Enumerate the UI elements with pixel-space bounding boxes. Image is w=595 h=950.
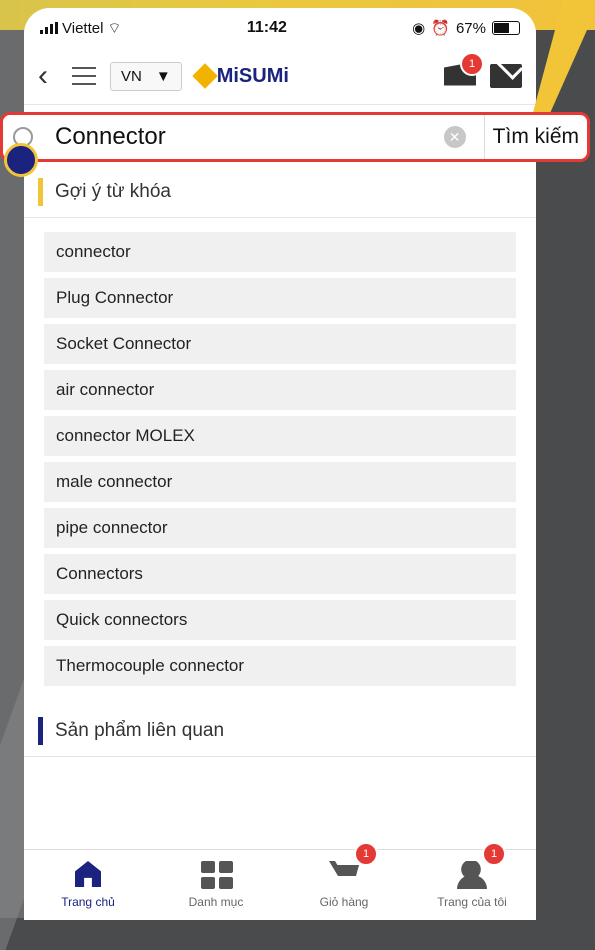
tab-categories[interactable]: Danh mục xyxy=(152,850,280,920)
suggestion-item[interactable]: Connectors xyxy=(44,554,516,594)
suggestions-accent-bar xyxy=(38,178,43,206)
suggestion-item[interactable]: connector xyxy=(44,232,516,272)
signal-icon xyxy=(40,22,58,34)
tab-home[interactable]: Trang chủ xyxy=(24,850,152,920)
clock: 11:42 xyxy=(246,19,287,36)
bottom-tab-bar: Trang chủ Danh mục 1 Giỏ hàng 1 Trang củ… xyxy=(24,842,536,920)
suggestion-item[interactable]: Plug Connector xyxy=(44,278,516,318)
mail-icon[interactable] xyxy=(490,64,522,88)
alarm-icon: ⏰ xyxy=(431,20,450,37)
suggestion-item[interactable]: Socket Connector xyxy=(44,324,516,364)
carrier-label: Viettel xyxy=(62,19,104,37)
battery-icon xyxy=(491,21,520,35)
suggestion-item[interactable]: pipe connector xyxy=(44,508,516,548)
suggestion-list: connector Plug Connector Socket Connecto… xyxy=(24,217,536,706)
quote-box-button[interactable]: 1 xyxy=(444,51,484,91)
cart-icon xyxy=(329,861,359,876)
suggestion-item[interactable]: Thermocouple connector xyxy=(44,646,516,686)
quote-badge: 1 xyxy=(460,51,484,76)
cart-badge: 1 xyxy=(354,842,378,866)
related-header: Sản phẩm liên quan xyxy=(24,706,536,756)
touch-indicator xyxy=(4,143,38,177)
back-icon[interactable]: ‹ xyxy=(38,59,58,93)
search-input[interactable]: Connector xyxy=(33,123,444,151)
wifi-icon: ⌔ xyxy=(107,19,122,37)
dropdown-arrow-icon: ▼ xyxy=(155,67,171,85)
lock-rotation-icon: ◉ xyxy=(412,20,426,37)
tab-my-page[interactable]: 1 Trang của tôi xyxy=(408,842,536,920)
logo-mark-icon xyxy=(191,63,218,89)
tab-cart[interactable]: 1 Giỏ hàng xyxy=(280,842,408,920)
account-badge: 1 xyxy=(482,842,506,866)
search-bar: Connector ✕ Tìm kiếm xyxy=(0,112,590,162)
battery-percent: 67% xyxy=(455,19,486,37)
status-bar: Viettel ⌔ 11:42 ◉ ⏰ 67% xyxy=(24,8,536,48)
clear-icon[interactable]: ✕ xyxy=(443,126,466,148)
suggestion-item[interactable]: male connector xyxy=(44,462,516,502)
suggestion-item[interactable]: connector MOLEX xyxy=(44,416,516,456)
language-select[interactable]: VN ▼ xyxy=(110,61,182,91)
grid-icon xyxy=(201,861,233,889)
search-button[interactable]: Tìm kiếm xyxy=(483,115,587,159)
suggestions-header: Gợi ý từ khóa xyxy=(24,167,536,217)
brand-logo[interactable]: MiSUMi xyxy=(191,63,289,89)
suggestions-title: Gợi ý từ khóa xyxy=(55,181,171,202)
related-title: Sản phẩm liên quan xyxy=(55,720,225,741)
home-icon xyxy=(75,861,101,887)
suggestion-item[interactable]: Quick connectors xyxy=(44,600,516,640)
suggestion-item[interactable]: air connector xyxy=(44,370,516,410)
related-accent-bar xyxy=(38,717,43,745)
app-header: ‹ VN ▼ MiSUMi 1 xyxy=(24,48,536,105)
menu-icon[interactable] xyxy=(72,67,96,85)
